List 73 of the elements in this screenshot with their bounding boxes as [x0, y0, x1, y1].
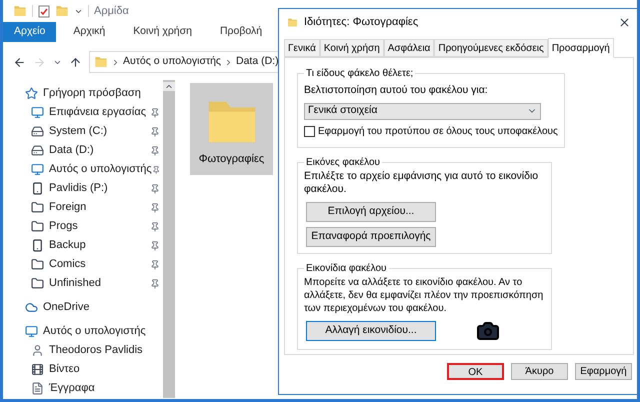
- dialog-tab[interactable]: Ασφάλεια: [384, 39, 434, 57]
- dialog-button[interactable]: Άκυρο: [511, 363, 568, 380]
- dialog-tab[interactable]: Προσαρμογή: [548, 38, 614, 58]
- scrollbar[interactable]: [163, 80, 175, 398]
- field-label: Βελτιστοποίηση αυτού του φακέλου για:: [304, 83, 489, 98]
- window-title: Αρμίδα: [94, 4, 129, 19]
- nav-item[interactable]: Έγγραφα: [31, 380, 95, 397]
- folder-icon: [31, 220, 44, 233]
- dialog-button[interactable]: Αλλαγή εικονιδίου...: [306, 320, 436, 341]
- ribbon-tab[interactable]: Κοινή χρήση: [122, 22, 203, 42]
- breadcrumb-item[interactable]: Data (D:): [236, 54, 279, 70]
- close-icon[interactable]: [618, 16, 631, 28]
- checkbox-label: Εφαρμογή του προτύπου σε όλους τους υποφακέλους: [318, 124, 558, 139]
- dialog-title: Ιδιότητες: Φωτογραφίες: [304, 14, 418, 30]
- description-text: Μπορείτε να αλλάξετε το εικονίδιο φακέλου. Αν το αλλάξετε, δεν θα εμφανίζει πλέον την προεπισκόπηση των περιεχομένων του φακέλου.: [304, 276, 544, 315]
- nav-item[interactable]: Foreign: [31, 199, 86, 216]
- monitor-icon: [25, 325, 38, 338]
- chevron-icon[interactable]: [111, 58, 120, 66]
- film-icon: [31, 363, 44, 376]
- folder-icon: [94, 55, 108, 69]
- checkbox[interactable]: [304, 126, 315, 137]
- folder-icon: [31, 258, 44, 271]
- nav-item[interactable]: Βίντεο: [31, 361, 80, 378]
- phone-icon: [31, 239, 44, 252]
- monitor-icon: [31, 106, 44, 119]
- nav-item[interactable]: Unfinished: [31, 275, 101, 292]
- nav-item[interactable]: System (C:): [31, 123, 108, 140]
- up-icon[interactable]: [69, 56, 82, 68]
- folder-icon: [55, 4, 69, 18]
- nav-item[interactable]: OneDrive: [25, 299, 90, 316]
- dialog-button[interactable]: Εφαρμογή: [575, 363, 632, 380]
- cloud-icon: [25, 301, 38, 314]
- ribbon-tab[interactable]: Προβολή: [208, 22, 274, 42]
- nav-item[interactable]: Αυτός ο υπολογιστής: [25, 323, 146, 340]
- folder-tile[interactable]: Φωτογραφίες: [190, 83, 273, 175]
- folder-icon: [287, 16, 298, 28]
- nav-item[interactable]: Comics: [31, 256, 86, 273]
- ribbon-tab[interactable]: Αρχείο: [3, 22, 56, 42]
- dialog-button[interactable]: Επαναφορά προεπιλογής: [306, 226, 436, 247]
- nav-item[interactable]: Γρήγορη πρόσβαση: [25, 85, 141, 102]
- dialog-tab[interactable]: Κοινή χρήση: [320, 39, 384, 57]
- folder-label: Φωτογραφίες: [198, 152, 264, 166]
- drive-icon: [31, 144, 44, 157]
- user-icon: [31, 344, 44, 357]
- dialog-tab[interactable]: Γενικά: [284, 39, 320, 57]
- dialog-tab[interactable]: Προηγούμενες εκδόσεις: [434, 39, 548, 57]
- phone-icon: [31, 182, 44, 195]
- dropdown-field[interactable]: Γενικά στοιχεία: [304, 102, 541, 120]
- chevron-icon[interactable]: [224, 58, 233, 66]
- star-icon: [25, 87, 38, 100]
- breadcrumb-item[interactable]: Αυτός ο υπολογιστής: [123, 54, 221, 70]
- monitor-icon: [31, 163, 44, 176]
- nav-item[interactable]: Progs: [31, 218, 78, 235]
- back-icon[interactable]: [13, 56, 26, 68]
- folder-icon: [13, 4, 27, 18]
- scroll-up-icon[interactable]: [163, 82, 175, 91]
- nav-item[interactable]: Επιφάνεια εργασίας: [31, 104, 146, 121]
- document-icon: [31, 382, 44, 395]
- nav-item[interactable]: Αυτός ο υπολογιστής: [31, 161, 152, 178]
- nav-item[interactable]: Pavlidis (P:): [31, 180, 108, 197]
- group-legend: Εικονίδια φακέλου: [304, 260, 389, 276]
- folder-icon: [31, 201, 44, 214]
- description-text: Επιλέξτε το αρχείο εμφάνισης για αυτό το εικονίδιο φακέλου.: [304, 170, 540, 196]
- nav-item[interactable]: Backup: [31, 237, 86, 254]
- dialog-button[interactable]: OK: [447, 363, 504, 380]
- nav-item[interactable]: Data (D:): [31, 142, 94, 159]
- nav-item[interactable]: Theodoros Pavlidis: [31, 342, 143, 359]
- group-legend: Εικόνες φακέλου: [304, 154, 382, 170]
- ribbon-tab[interactable]: Αρχική: [62, 22, 116, 42]
- drive-icon: [31, 125, 44, 138]
- dialog-button[interactable]: Επιλογή αρχείου...: [306, 202, 436, 222]
- folder-icon: [31, 277, 44, 290]
- checklist-icon: [38, 4, 50, 18]
